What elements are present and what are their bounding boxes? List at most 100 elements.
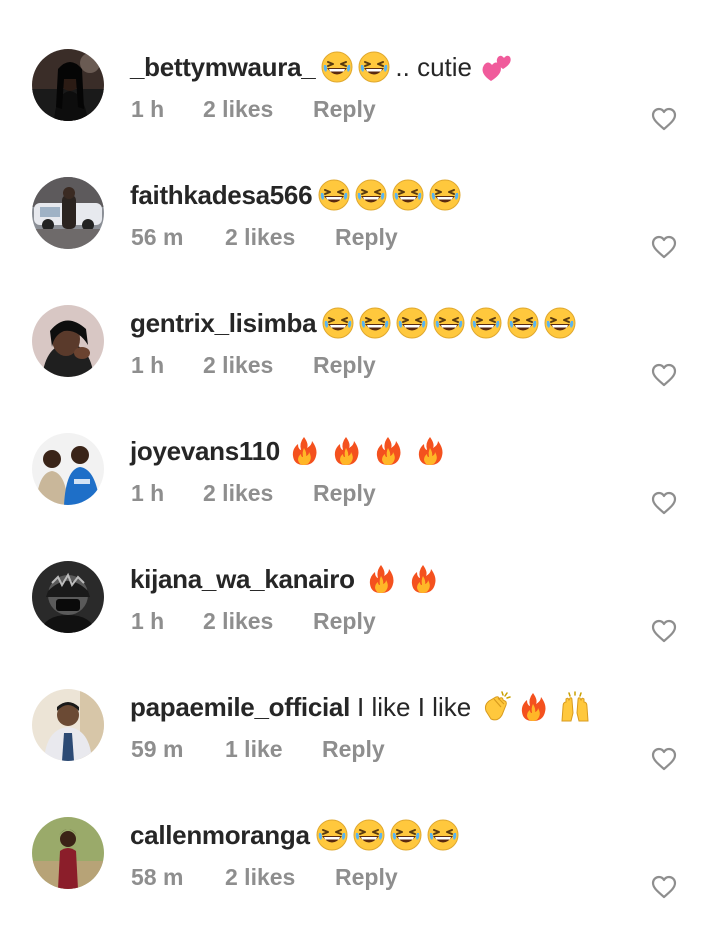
comment-likes[interactable]: 2 likes [225, 864, 335, 891]
comment-time: 1 h [131, 351, 165, 378]
heart-outline-icon[interactable] [651, 107, 677, 131]
grinning-squinting-face-icon [427, 819, 459, 851]
comment-line: faithkadesa566 [130, 175, 466, 215]
comment-likes[interactable]: 2 likes [203, 480, 313, 507]
comment-likes[interactable]: 2 likes [203, 608, 313, 635]
emoji-group [365, 563, 449, 595]
reply-button[interactable]: Reply [335, 864, 398, 891]
comment-line: kijana_wa_kanairo [130, 559, 449, 599]
avatar[interactable] [32, 433, 104, 505]
avatar-photo [32, 305, 104, 377]
grinning-squinting-face-icon [390, 819, 422, 851]
avatar[interactable] [32, 689, 104, 761]
grinning-squinting-face-icon [316, 819, 348, 851]
reply-button[interactable]: Reply [313, 608, 376, 635]
emoji-group [480, 691, 596, 723]
avatar-photo [32, 817, 104, 889]
emoji-group [321, 51, 395, 83]
emoji-group [288, 435, 456, 467]
username[interactable]: papaemile_official [130, 687, 350, 727]
comment-meta: 1 h 2 likes Reply [131, 350, 376, 380]
comment-meta: 58 m 2 likes Reply [131, 862, 398, 892]
comment-meta: 1 h 2 likes Reply [131, 478, 376, 508]
fire-icon [365, 563, 397, 595]
emoji-group [318, 179, 466, 211]
grinning-squinting-face-icon [433, 307, 465, 339]
heart-outline-icon[interactable] [651, 235, 677, 259]
comment-likes[interactable]: 2 likes [203, 96, 313, 123]
comment-text: I like I like [357, 692, 472, 722]
reply-button[interactable]: Reply [335, 224, 398, 251]
avatar[interactable] [32, 817, 104, 889]
grinning-squinting-face-icon [353, 819, 385, 851]
raising-hands-icon [559, 691, 591, 723]
avatar[interactable] [32, 305, 104, 377]
comment-line: gentrix_lisimba [130, 303, 581, 343]
comment-line: joyevans110 [130, 431, 456, 471]
username[interactable]: callenmoranga [130, 815, 310, 855]
heart-outline-icon[interactable] [651, 363, 677, 387]
grinning-squinting-face-icon [355, 179, 387, 211]
comment-item: callenmoranga 58 m 2 likes Reply [0, 806, 720, 934]
reply-button[interactable]: Reply [322, 736, 385, 763]
comment-line: papaemile_official I like I like [130, 687, 596, 727]
grinning-squinting-face-icon [321, 51, 353, 83]
heart-outline-icon[interactable] [651, 619, 677, 643]
grinning-squinting-face-icon [359, 307, 391, 339]
fire-icon [517, 691, 549, 723]
avatar[interactable] [32, 177, 104, 249]
username[interactable]: joyevans110 [130, 431, 280, 471]
comment-time: 1 h [131, 95, 165, 122]
comment-time: 56 m [131, 223, 184, 250]
grinning-squinting-face-icon [318, 179, 350, 211]
comment-likes[interactable]: 1 like [225, 736, 322, 763]
fire-icon [288, 435, 320, 467]
emoji-group [322, 307, 581, 339]
avatar-photo [32, 433, 104, 505]
grinning-squinting-face-icon [322, 307, 354, 339]
reply-button[interactable]: Reply [313, 480, 376, 507]
reply-button[interactable]: Reply [313, 352, 376, 379]
comment-time: 58 m [131, 863, 184, 890]
heart-outline-icon[interactable] [651, 491, 677, 515]
clapping-hands-icon [480, 691, 512, 723]
reply-button[interactable]: Reply [313, 96, 376, 123]
comment-meta: 1 h 2 likes Reply [131, 94, 376, 124]
heart-outline-icon[interactable] [651, 875, 677, 899]
avatar-photo [32, 689, 104, 761]
username[interactable]: gentrix_lisimba [130, 303, 317, 343]
fire-icon [407, 563, 439, 595]
comment-list: _bettymwaura_ .. cutie 1 h 2 likes Reply [0, 0, 720, 918]
comment-time: 1 h [131, 479, 165, 506]
two-hearts-icon [481, 51, 513, 83]
comment-item: joyevans110 1 h 2 likes Reply [0, 422, 720, 550]
comment-item: papaemile_official I like I like 59 m 1 … [0, 678, 720, 806]
avatar-photo [32, 177, 104, 249]
comment-time: 1 h [131, 607, 165, 634]
grinning-squinting-face-icon [544, 307, 576, 339]
grinning-squinting-face-icon [507, 307, 539, 339]
username[interactable]: kijana_wa_kanairo [130, 559, 355, 599]
emoji-group [481, 51, 518, 83]
comment-likes[interactable]: 2 likes [203, 352, 313, 379]
avatar-photo [32, 49, 104, 121]
emoji-group [316, 819, 464, 851]
comment-item: _bettymwaura_ .. cutie 1 h 2 likes Reply [0, 38, 720, 166]
avatar[interactable] [32, 561, 104, 633]
comment-line: callenmoranga [130, 815, 464, 855]
comment-meta: 56 m 2 likes Reply [131, 222, 398, 252]
heart-outline-icon[interactable] [651, 747, 677, 771]
avatar[interactable] [32, 49, 104, 121]
grinning-squinting-face-icon [392, 179, 424, 211]
comment-item: faithkadesa566 56 m 2 likes Reply [0, 166, 720, 294]
comment-text: .. cutie [395, 52, 472, 82]
comment-time: 59 m [131, 735, 184, 762]
grinning-squinting-face-icon [358, 51, 390, 83]
comment-meta: 1 h 2 likes Reply [131, 606, 376, 636]
username[interactable]: faithkadesa566 [130, 175, 313, 215]
comment-likes[interactable]: 2 likes [225, 224, 335, 251]
username[interactable]: _bettymwaura_ [130, 47, 316, 87]
comment-item: gentrix_lisimba 1 h 2 likes Reply [0, 294, 720, 422]
fire-icon [414, 435, 446, 467]
comment-meta: 59 m 1 like Reply [131, 734, 385, 764]
